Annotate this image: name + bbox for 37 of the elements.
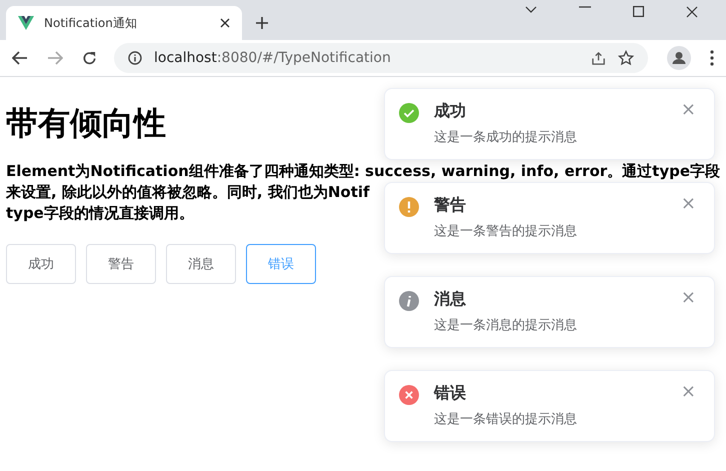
close-button[interactable]: × (676, 383, 700, 401)
notify-button[interactable]: 警告 (86, 244, 156, 284)
reload-icon[interactable] (82, 50, 97, 66)
profile-icon[interactable] (667, 46, 691, 70)
close-button[interactable]: × (676, 195, 700, 213)
address-bar[interactable]: localhost:8080/#/TypeNotification (114, 43, 648, 73)
paragraph-line: Element为Notification组件准备了四种通知类型: success, warning, info, error。通过type字段 (6, 161, 720, 182)
paragraph-line: type字段的情况直接调用。 (6, 203, 194, 224)
notification-message: 这是一条错误的提示消息 (434, 411, 578, 428)
new-tab-icon[interactable] (256, 17, 268, 29)
url-text: localhost:8080/#/TypeNotification (154, 50, 391, 66)
share-icon[interactable] (591, 50, 606, 66)
notify-button[interactable]: 成功 (6, 244, 76, 284)
logo-icon (18, 16, 34, 30)
notification-title: 错误 (434, 383, 467, 404)
notify-button[interactable]: 消息 (166, 244, 236, 284)
notification-title: 警告 (434, 195, 467, 216)
browser-tab[interactable]: Notification通知 (6, 6, 242, 40)
chevron-down-icon[interactable] (525, 6, 537, 14)
notification-message: 这是一条警告的提示消息 (434, 223, 578, 240)
info-icon (128, 51, 142, 65)
close-button[interactable]: × (676, 289, 700, 307)
close-button[interactable]: × (676, 101, 700, 119)
tab-title: Notification通知 (44, 14, 138, 32)
maximize-icon[interactable] (633, 6, 644, 17)
notification-message: 这是一条成功的提示消息 (434, 129, 578, 146)
star-icon[interactable] (618, 50, 634, 66)
paragraph-line: 来设置, 除此以外的值将被忽略。同时, 我们也为Notif (6, 182, 370, 203)
page-heading: 带有倾向性 (6, 103, 166, 143)
notification-title: 消息 (434, 289, 467, 310)
back-icon[interactable] (12, 51, 28, 65)
close-icon[interactable] (686, 6, 698, 18)
notification-message: 这是一条消息的提示消息 (434, 317, 578, 334)
menu-icon[interactable] (710, 50, 714, 66)
close-icon[interactable] (220, 18, 230, 28)
minimize-icon[interactable] (579, 6, 591, 8)
notification-title: 成功 (434, 101, 467, 122)
